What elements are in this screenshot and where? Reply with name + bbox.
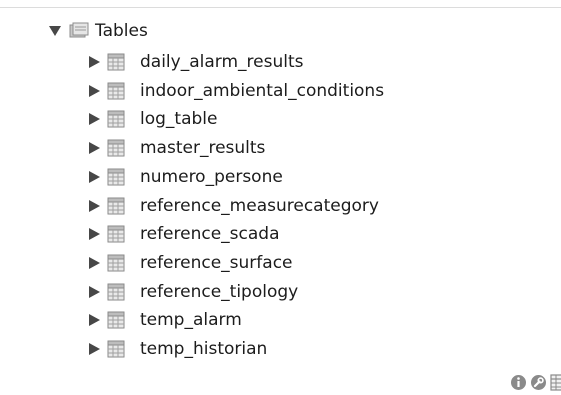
tree-item-table[interactable]: reference_tipology: [0, 278, 561, 306]
tree-item-label: master_results: [140, 138, 266, 158]
expand-arrow-icon[interactable]: [89, 228, 100, 240]
wrench-icon[interactable]: [530, 374, 547, 391]
table-icon: [107, 139, 125, 157]
expand-arrow-icon[interactable]: [89, 314, 100, 326]
table-icon: [107, 311, 125, 329]
tree-item-table[interactable]: daily_alarm_results: [0, 48, 561, 76]
tree-item-label: temp_alarm: [140, 310, 242, 330]
info-icon[interactable]: [510, 374, 527, 391]
tree-item-table[interactable]: temp_historian: [0, 335, 561, 363]
expand-arrow-icon[interactable]: [89, 142, 100, 154]
expand-arrow-icon[interactable]: [89, 56, 100, 68]
tree-item-label: reference_tipology: [140, 282, 299, 302]
tree-item-table[interactable]: log_table: [0, 105, 561, 133]
tree-item-table[interactable]: master_results: [0, 134, 561, 162]
tree-item-label: reference_measurecategory: [140, 196, 379, 216]
table-icon: [107, 110, 125, 128]
tree-item-label: temp_historian: [140, 339, 268, 359]
table-icon: [107, 197, 125, 215]
expand-arrow-icon[interactable]: [89, 286, 100, 298]
table-icon: [107, 225, 125, 243]
tree-item-table[interactable]: numero_persone: [0, 163, 561, 191]
table-icon: [107, 53, 125, 71]
folder-icon: [69, 22, 89, 38]
tree-item-table[interactable]: reference_scada: [0, 220, 561, 248]
expand-arrow-icon[interactable]: [89, 200, 100, 212]
expand-arrow-icon[interactable]: [89, 257, 100, 269]
table-icon: [107, 340, 125, 358]
tree-item-label: indoor_ambiental_conditions: [140, 81, 385, 101]
tree-item-label: reference_surface: [140, 253, 293, 273]
expand-arrow-icon[interactable]: [49, 26, 61, 36]
tree-item-label: reference_scada: [140, 224, 280, 244]
table-data-icon[interactable]: [550, 374, 561, 391]
table-icon: [107, 82, 125, 100]
tree-item-table[interactable]: reference_surface: [0, 249, 561, 277]
tree-item-label: numero_persone: [140, 167, 283, 187]
table-icon: [107, 283, 125, 301]
tree-item-table[interactable]: reference_measurecategory: [0, 192, 561, 220]
expand-arrow-icon[interactable]: [89, 171, 100, 183]
tree-item-label: daily_alarm_results: [140, 52, 304, 72]
row-actions: [510, 373, 561, 392]
tree-node-label: Tables: [95, 21, 148, 41]
tree-item-label: log_table: [140, 109, 218, 129]
tree-item-table[interactable]: indoor_ambiental_conditions: [0, 77, 561, 105]
expand-arrow-icon[interactable]: [89, 85, 100, 97]
table-icon: [107, 168, 125, 186]
expand-arrow-icon[interactable]: [89, 113, 100, 125]
table-icon: [107, 254, 125, 272]
schema-tree: Tables daily_alarm_results indoor_ambient…: [0, 0, 561, 395]
tree-node-tables[interactable]: Tables: [0, 18, 561, 44]
tree-item-table[interactable]: temp_alarm: [0, 306, 561, 334]
expand-arrow-icon[interactable]: [89, 343, 100, 355]
